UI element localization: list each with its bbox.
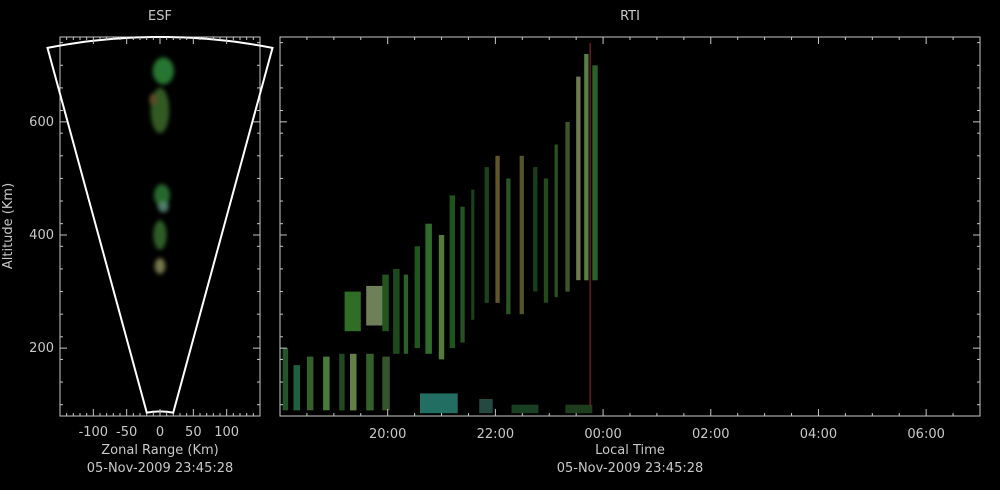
rti-echo-column xyxy=(350,353,357,411)
rti-echo-column xyxy=(382,274,389,332)
rti-x-tick-label: 20:00 xyxy=(369,427,406,442)
esf-timestamp: 05-Nov-2009 23:45:28 xyxy=(87,461,234,476)
rti-x-tick-label: 22:00 xyxy=(477,427,514,442)
rti-echo-column xyxy=(366,353,374,411)
esf-echo-blob xyxy=(152,57,174,85)
rti-echo-column xyxy=(282,348,289,411)
esf-y-tick-label: 200 xyxy=(29,341,54,356)
rti-echo-column xyxy=(519,155,524,315)
rti-echo-column xyxy=(533,167,538,292)
esf-x-axis-label: Zonal Range (Km) xyxy=(101,443,218,458)
rti-echo-column xyxy=(471,189,475,320)
rti-x-axis-label: Local Time xyxy=(595,443,665,458)
rti-echo-column xyxy=(403,274,409,354)
rti-echo-column xyxy=(382,356,390,411)
rti-x-tick-label: 02:00 xyxy=(692,427,729,442)
rti-echo-column xyxy=(438,235,445,360)
rti-echo-column xyxy=(554,144,558,298)
rti-echo-column xyxy=(576,76,581,281)
esf-x-tick-label: 0 xyxy=(156,425,164,440)
rti-x-tick-label: 06:00 xyxy=(907,427,944,442)
rti-timestamp: 05-Nov-2009 23:45:28 xyxy=(557,461,704,476)
esf-x-tick-label: 50 xyxy=(185,425,202,440)
radar-figure: ESF -100 -50 0 50 100 200 400 600 Altitude (Km)… xyxy=(1,9,981,476)
rti-echo-column xyxy=(506,178,511,315)
esf-y-tick-label: 400 xyxy=(29,228,54,243)
rti-echo-column xyxy=(425,223,432,354)
rti-panel: RTI 20:00 22:00 00:00 02:00 04:00 06:00 Local… xyxy=(279,9,981,476)
rti-echo-column xyxy=(495,155,500,303)
esf-x-tick-label: -50 xyxy=(116,425,137,440)
rti-echo-column xyxy=(293,365,300,411)
rti-echo-column xyxy=(420,393,458,414)
esf-title: ESF xyxy=(148,9,172,24)
rti-x-tick-label: 04:00 xyxy=(800,427,837,442)
rti-echo-column xyxy=(306,356,314,411)
rti-echo-column xyxy=(460,206,465,343)
rti-echo-column xyxy=(592,65,598,281)
rti-echo-column xyxy=(584,54,589,281)
rti-echo-column xyxy=(565,404,593,414)
esf-echo-blob xyxy=(158,201,169,213)
rti-echo-column xyxy=(323,356,330,411)
esf-echo-blob xyxy=(154,258,166,275)
rti-echo-column xyxy=(511,404,539,414)
rti-x-tick-label: 00:00 xyxy=(584,427,621,442)
rti-echo-column xyxy=(484,167,489,303)
rti-echo-column xyxy=(414,246,420,349)
rti-echo-column xyxy=(543,178,549,303)
rti-echo-column xyxy=(393,268,400,354)
esf-echo-blob xyxy=(149,93,158,105)
rti-echo-column xyxy=(339,353,345,411)
rti-echo-column xyxy=(479,399,493,414)
esf-y-axis-label: Altitude (Km) xyxy=(1,183,16,269)
rti-echo-column xyxy=(449,195,455,349)
esf-x-tick-label: -100 xyxy=(79,425,109,440)
esf-x-tick-label: 100 xyxy=(214,425,239,440)
esf-echo-blob xyxy=(153,220,167,250)
rti-title: RTI xyxy=(620,9,640,24)
rti-echo-column xyxy=(565,121,570,292)
rti-echo-column xyxy=(366,285,383,326)
esf-panel: ESF -100 -50 0 50 100 200 400 600 Altitude (Km)… xyxy=(1,9,274,476)
rti-echo-column xyxy=(344,291,361,332)
esf-y-tick-label: 600 xyxy=(29,115,54,130)
